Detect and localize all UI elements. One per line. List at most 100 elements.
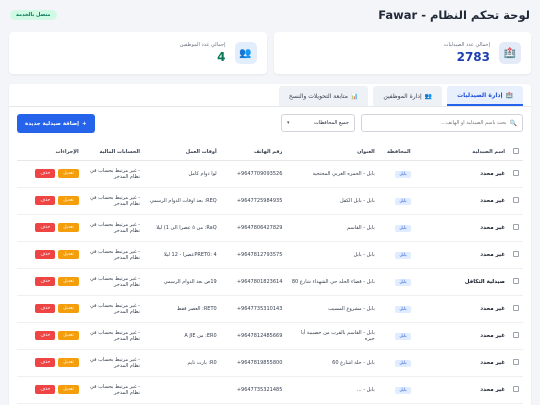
row-checkbox[interactable] [513, 250, 519, 257]
hours-cell: PRET0: 4عصرا - 12 ليلا [143, 241, 221, 269]
add-pharmacy-label: إضافة صيدلية جديدة [25, 120, 80, 127]
phone-cell: +9647806427829 [220, 214, 287, 242]
edit-button[interactable]: تعديل [58, 250, 79, 259]
row-select-cell[interactable] [509, 268, 523, 296]
governorate-badge: بابل [395, 332, 411, 340]
search-input[interactable] [367, 120, 507, 126]
delete-button[interactable]: حذف [35, 358, 56, 367]
governorate-badge: بابل [395, 359, 411, 367]
governorate-badge: بابل [395, 224, 411, 232]
governorate-cell: بابل [378, 376, 415, 404]
finance-cell: - غير مرتبط بحساب في نظام المذخر [82, 187, 144, 215]
actions-cell: تعديل حذف [17, 214, 83, 242]
delete-button[interactable]: حذف [35, 250, 56, 259]
edit-button[interactable]: تعديل [58, 304, 79, 313]
edit-button[interactable]: تعديل [58, 385, 79, 394]
row-select-cell[interactable] [509, 295, 523, 323]
users-icon: 👥 [424, 92, 433, 100]
delete-button[interactable]: حذف [35, 304, 56, 313]
table-row[interactable]: غير محدد بابل بابل - بابل +9647812793575 PRE… [17, 241, 523, 269]
row-checkbox[interactable] [513, 331, 519, 338]
row-checkbox[interactable] [513, 277, 519, 284]
row-select-cell[interactable] [509, 241, 523, 269]
governorate-badge: بابل [395, 305, 411, 313]
table-row[interactable]: غير محدد بابل بابل - بابل الكفل +9647725984… [17, 187, 523, 215]
finance-cell: - غير مرتبط بحساب في نظام المذخر [82, 241, 144, 269]
select-all-checkbox[interactable] [513, 147, 519, 154]
address-cell: بابل - القاسم بالقرب من خصيبية أبا خيره [286, 322, 379, 350]
phone-cell: +9647709093526 [220, 160, 287, 188]
hours-cell: لوا دوام كامل [143, 160, 221, 188]
hours-cell: ER0: من A JIE [143, 322, 221, 350]
tab-transfers[interactable]: 📊 متابعة التحويلات والنسخ [278, 86, 369, 106]
delete-button[interactable]: حذف [35, 385, 56, 394]
delete-button[interactable]: حذف [35, 277, 56, 286]
table-row[interactable]: غير محدد بابل بابل - الحمزه الغربي المحتحي… [17, 160, 523, 188]
address-cell: بابل - ... [286, 376, 379, 404]
select-all-cell[interactable] [509, 144, 523, 161]
users-icon: 👥 [234, 42, 257, 64]
actions-cell: تعديل حذف [17, 268, 83, 296]
row-checkbox[interactable] [513, 358, 519, 365]
header-actions: الإجراءات [17, 144, 83, 161]
finance-cell: - غير مرتبط بحساب في نظام المذخر [82, 376, 144, 404]
hours-cell: 19ص بعد الدوام الرسمي [143, 268, 221, 296]
actions-cell: تعديل حذف [17, 349, 83, 377]
delete-button[interactable]: حذف [35, 196, 56, 205]
row-select-cell[interactable] [509, 376, 523, 404]
edit-button[interactable]: تعديل [58, 196, 79, 205]
phone-cell: +9647819855800 [220, 349, 287, 377]
row-select-cell[interactable] [509, 160, 523, 188]
phone-cell: +9647725984935 [220, 187, 287, 215]
toolbar: 🔍 جميع المحافظات ▾ + إضافة صيدلية جديدة [17, 114, 523, 133]
governorate-cell: بابل [378, 349, 415, 377]
governorate-cell: بابل [378, 322, 415, 350]
edit-button[interactable]: تعديل [58, 277, 79, 286]
finance-cell: - غير مرتبط بحساب في نظام المذخر [82, 295, 144, 323]
hospital-icon: 🏥 [499, 42, 521, 64]
plus-icon: + [82, 120, 87, 127]
row-select-cell[interactable] [509, 214, 523, 242]
add-pharmacy-button[interactable]: + إضافة صيدلية جديدة [17, 114, 95, 133]
address-cell: بابل - بابل [286, 241, 379, 269]
row-checkbox[interactable] [513, 304, 519, 311]
phone-cell: +9647735321485 [220, 376, 287, 404]
table-row[interactable]: غير محدد بابل بابل - القاسم بالقرب من خصيب… [17, 322, 523, 350]
row-checkbox[interactable] [513, 385, 519, 392]
finance-cell: - غير مرتبط بحساب في نظام المذخر [82, 349, 144, 377]
phone-cell: +9647801823614 [220, 268, 287, 296]
stats-row: 🏥 إجمالي عدد الصيدليات 2783 👥 إجمالي عدد… [9, 32, 531, 74]
delete-button[interactable]: حذف [35, 331, 56, 340]
governorate-cell: بابل [378, 187, 415, 215]
phone-cell: +9647812485669 [220, 322, 287, 350]
row-checkbox[interactable] [513, 196, 519, 203]
delete-button[interactable]: حذف [35, 169, 56, 178]
edit-button[interactable]: تعديل [58, 223, 79, 232]
row-checkbox[interactable] [513, 223, 519, 230]
delete-button[interactable]: حذف [35, 223, 56, 232]
tab-bar: 🏥 إدارة الصيدليات 👥 إدارة الموظفين 📊 متا… [278, 84, 523, 106]
row-checkbox[interactable] [513, 169, 519, 176]
edit-button[interactable]: تعديل [58, 169, 79, 178]
table-row[interactable]: غير محدد بابل بابل - ... +9647735321485 - غي… [17, 376, 523, 404]
finance-cell: - غير مرتبط بحساب في نظام المذخر [82, 322, 144, 350]
pharmacy-name: صيدلية التكافل [414, 268, 509, 296]
address-cell: بابل - حلة اشارع 60 [286, 349, 379, 377]
finance-cell: - غير مرتبط بحساب في نظام المذخر [82, 160, 144, 188]
edit-button[interactable]: تعديل [58, 358, 79, 367]
row-select-cell[interactable] [509, 187, 523, 215]
tab-employees[interactable]: 👥 إدارة الموظفين [373, 86, 443, 106]
table-row[interactable]: غير محدد بابل بابل - حلة اشارع 60 +96478198… [17, 349, 523, 377]
edit-button[interactable]: تعديل [58, 331, 79, 340]
search-box[interactable]: 🔍 [361, 114, 523, 132]
table-row[interactable]: صيدلية التكافل بابل بابل - قضاء الحله حي ا… [17, 268, 523, 296]
header-address: العنوان [286, 144, 379, 161]
table-row[interactable]: غير محدد بابل بابل - مشروع المسيب +96477353… [17, 295, 523, 323]
tab-pharmacies[interactable]: 🏥 إدارة الصيدليات [447, 86, 523, 106]
row-select-cell[interactable] [509, 322, 523, 350]
row-select-cell[interactable] [509, 349, 523, 377]
governorate-select[interactable]: جميع المحافظات ▾ [281, 114, 355, 132]
table-header-row: اسم الصيدلية المحافظة العنوان رقم الهاتف… [17, 144, 523, 161]
chart-icon: 📊 [350, 92, 359, 100]
table-row[interactable]: غير محدد بابل بابل - القاسم +9647806427829 R… [17, 214, 523, 242]
